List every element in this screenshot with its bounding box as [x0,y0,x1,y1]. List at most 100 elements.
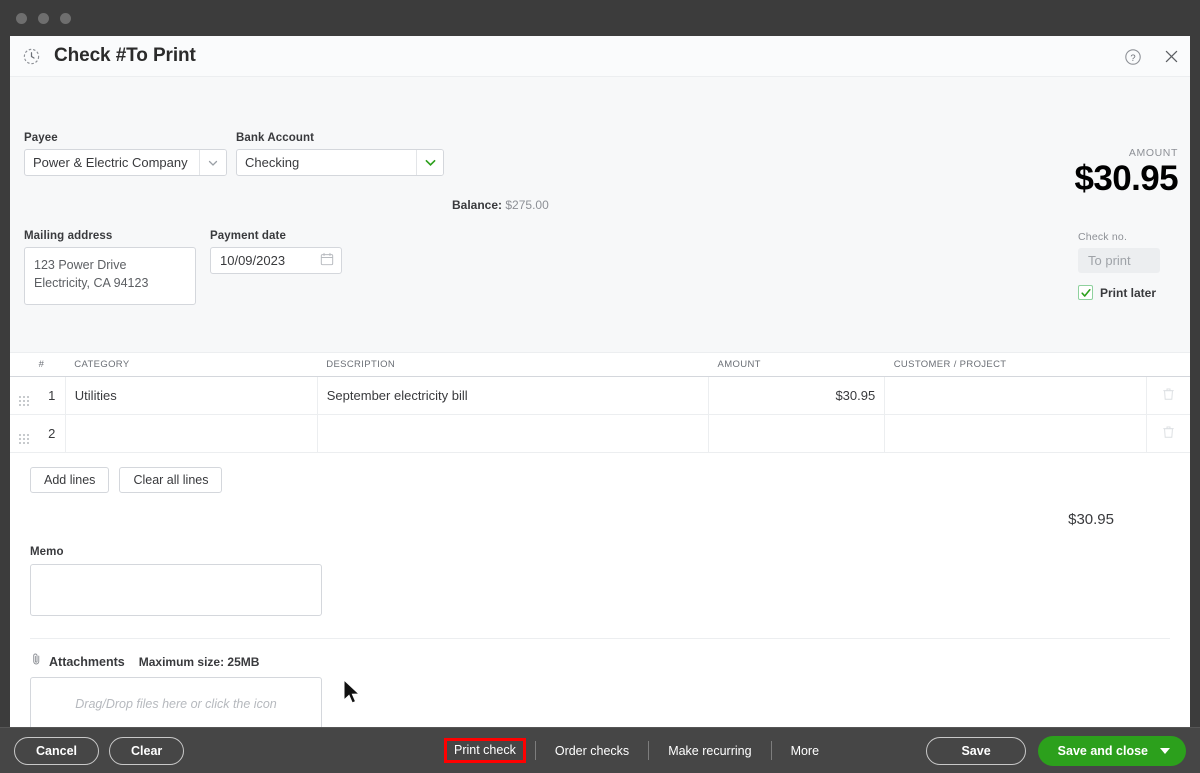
check-no-input[interactable]: To print [1078,248,1160,273]
clear-all-lines-button[interactable]: Clear all lines [119,467,222,493]
line-table-actions: Add lines Clear all lines [10,453,1190,493]
help-circle-icon[interactable]: ? [1122,46,1144,68]
print-check-button[interactable]: Print check [444,738,526,763]
payment-date-input[interactable]: 10/09/2023 [210,247,342,274]
modal-body: # CATEGORY DESCRIPTION AMOUNT CUSTOMER /… [10,353,1190,727]
clear-button[interactable]: Clear [109,737,184,765]
grand-total: $30.95 [10,511,1190,528]
footer-center-actions: Print check Order checks Make recurring … [444,738,829,763]
payee-select[interactable]: Power & Electric Company [24,149,227,176]
memo-label: Memo [30,546,1190,558]
save-and-close-label: Save and close [1058,744,1148,758]
column-description: DESCRIPTION [317,353,708,377]
window-minimize-dot[interactable] [38,13,49,24]
window-traffic-lights [16,13,71,24]
add-lines-button[interactable]: Add lines [30,467,109,493]
balance-value: $275.00 [505,198,548,212]
row-description[interactable]: September electricity bill [317,377,708,415]
print-later-checkbox[interactable] [1078,285,1093,300]
payee-field-group: Payee Power & Electric Company [24,132,227,176]
check-number-group: Check no. To print Print later [1078,231,1178,300]
memo-input[interactable] [30,564,322,616]
chevron-down-icon[interactable] [1160,748,1170,754]
attachments-group: Attachments Maximum size: 25MB Drag/Drop… [10,639,1190,727]
order-checks-button[interactable]: Order checks [545,739,639,763]
save-button[interactable]: Save [926,737,1025,765]
paperclip-icon [30,652,43,671]
line-items-table: # CATEGORY DESCRIPTION AMOUNT CUSTOMER /… [10,353,1190,453]
mailing-address-line2: Electricity, CA 94123 [34,274,186,292]
mailing-address-label: Mailing address [24,230,196,242]
bank-account-field-group: Bank Account Checking [236,132,444,176]
print-later-checkbox-row[interactable]: Print later [1078,285,1178,300]
window-titlebar [0,0,1200,36]
attachments-dropzone[interactable]: Drag/Drop files here or click the icon [30,677,322,727]
amount-value: $30.95 [1075,161,1178,198]
trash-icon[interactable] [1147,415,1190,453]
svg-text:?: ? [1130,52,1135,63]
row-amount[interactable] [709,415,885,453]
attachments-title: Attachments [49,655,125,669]
bank-account-select[interactable]: Checking [236,149,444,176]
make-recurring-button[interactable]: Make recurring [658,739,761,763]
row-customer-project[interactable] [885,415,1147,453]
bank-balance: Balance: $275.00 [452,198,549,212]
check-header-panel: Payee Power & Electric Company Bank Acco… [10,77,1190,353]
chevron-down-icon[interactable] [416,150,443,175]
table-row: 1 Utilities September electricity bill $… [10,377,1190,415]
memo-group: Memo [10,528,1190,616]
column-number: # [39,353,66,377]
attachments-max-size: Maximum size: 25MB [139,655,260,669]
calendar-icon[interactable] [320,252,334,269]
amount-display: AMOUNT $30.95 [1075,147,1178,198]
row-customer-project[interactable] [885,377,1147,415]
drag-handle-icon[interactable] [10,415,39,453]
close-icon[interactable] [1160,46,1182,68]
attachments-header: Attachments Maximum size: 25MB [30,652,1190,671]
footer-divider [535,741,536,760]
row-category[interactable]: Utilities [65,377,317,415]
bank-account-label: Bank Account [236,132,444,144]
mailing-address-line1: 123 Power Drive [34,256,186,274]
line-items-body: 1 Utilities September electricity bill $… [10,377,1190,453]
drag-handle-icon[interactable] [10,377,39,415]
checkmark-icon [1080,287,1092,299]
row-amount[interactable]: $30.95 [709,377,885,415]
column-handle [10,353,39,377]
payee-label: Payee [24,132,227,144]
payment-date-value: 10/09/2023 [220,253,285,268]
app-window: Check #To Print ? Payee [0,0,1200,773]
row-number: 1 [39,377,66,415]
table-header-row: # CATEGORY DESCRIPTION AMOUNT CUSTOMER /… [10,353,1190,377]
row-category[interactable] [65,415,317,453]
payee-value: Power & Electric Company [25,150,199,175]
modal-footer: Cancel Clear Print check Order checks Ma… [0,727,1200,773]
payment-date-group: Payment date 10/09/2023 [210,230,342,274]
column-trash [1147,353,1190,377]
bank-account-value: Checking [237,150,416,175]
recurring-clock-icon[interactable] [18,43,44,69]
footer-divider [771,741,772,760]
amount-label: AMOUNT [1075,147,1178,159]
payment-date-label: Payment date [210,230,342,242]
footer-divider [648,741,649,760]
window-close-dot[interactable] [16,13,27,24]
table-row: 2 [10,415,1190,453]
column-category: CATEGORY [65,353,317,377]
check-modal: Check #To Print ? Payee [10,36,1190,727]
more-button[interactable]: More [781,739,829,763]
print-later-label: Print later [1100,286,1156,300]
cancel-button[interactable]: Cancel [14,737,99,765]
row-number: 2 [39,415,66,453]
save-and-close-button[interactable]: Save and close [1038,736,1186,766]
mailing-address-input[interactable]: 123 Power Drive Electricity, CA 94123 [24,247,196,305]
window-maximize-dot[interactable] [60,13,71,24]
chevron-down-icon[interactable] [199,150,226,175]
line-items-header: # CATEGORY DESCRIPTION AMOUNT CUSTOMER /… [10,353,1190,377]
column-amount: AMOUNT [709,353,885,377]
footer-left-actions: Cancel Clear [14,737,184,765]
row-description[interactable] [317,415,708,453]
modal-header-actions: ? [1122,36,1182,77]
trash-icon[interactable] [1147,377,1190,415]
check-no-label: Check no. [1078,231,1178,243]
